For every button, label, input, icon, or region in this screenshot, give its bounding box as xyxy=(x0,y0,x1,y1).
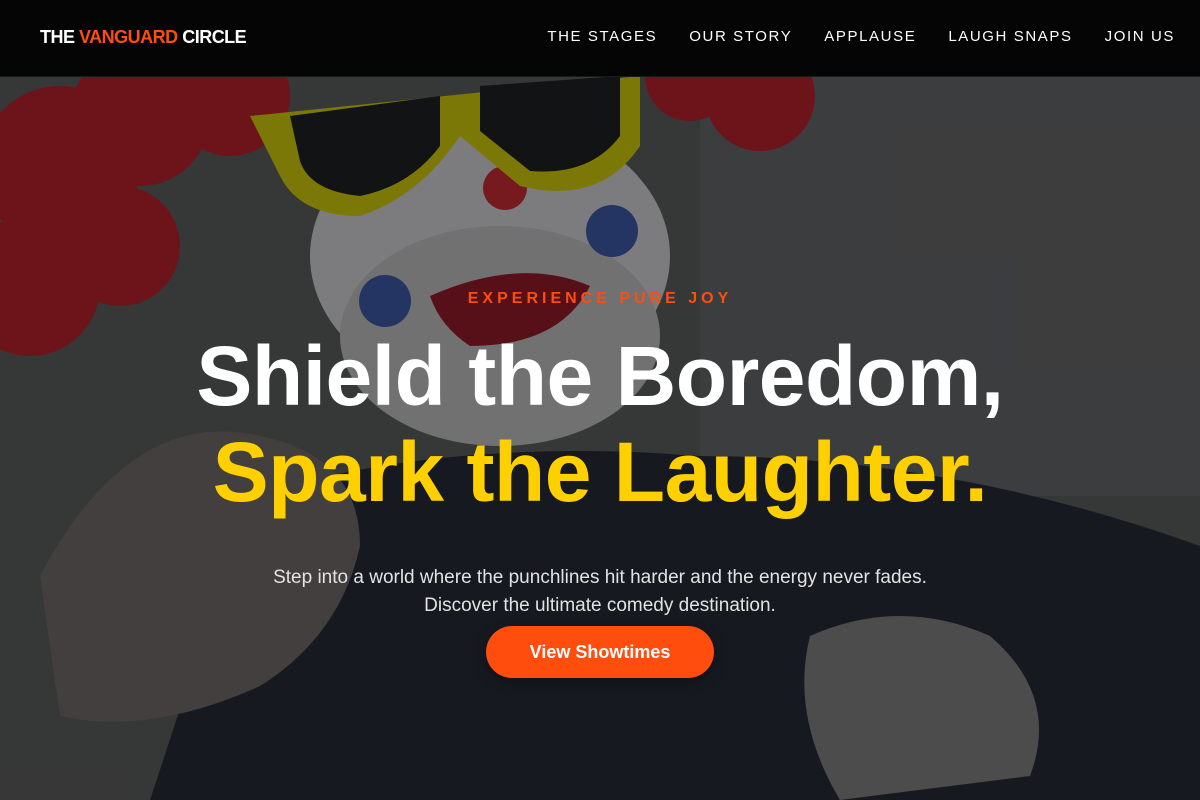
hero-subtext: Step into a world where the punchlines h… xyxy=(273,567,927,616)
nav-link-laugh-snaps[interactable]: LAUGH SNAPS xyxy=(948,28,1072,45)
nav-link-applause[interactable]: APPLAUSE xyxy=(824,28,916,45)
hero-section: EXPERIENCE PURE JOY Shield the Boredom, … xyxy=(0,76,1200,800)
nav-link-the-stages[interactable]: THE STAGES xyxy=(547,28,657,45)
hero-headline-line1: Shield the Boredom, xyxy=(196,329,1004,423)
nav-link-join-us[interactable]: JOIN US xyxy=(1105,28,1175,45)
logo-text-suffix: CIRCLE xyxy=(177,27,247,47)
main-nav: THE STAGES OUR STORY APPLAUSE LAUGH SNAP… xyxy=(547,28,1175,45)
logo-text-accent: VANGUARD xyxy=(79,27,178,47)
hero-headline-line2: Spark the Laughter. xyxy=(212,425,988,519)
hero-headline: Shield the Boredom, Spark the Laughter. xyxy=(0,328,1200,520)
view-showtimes-button[interactable]: View Showtimes xyxy=(486,626,714,678)
logo-text-prefix: THE xyxy=(40,27,80,47)
hero-eyebrow: EXPERIENCE PURE JOY xyxy=(467,290,733,307)
nav-link-our-story[interactable]: OUR STORY xyxy=(689,28,792,45)
site-logo[interactable]: THE VANGUARD CIRCLE xyxy=(40,27,247,48)
top-navbar: THE VANGUARD CIRCLE THE STAGES OUR STORY… xyxy=(0,0,1200,77)
